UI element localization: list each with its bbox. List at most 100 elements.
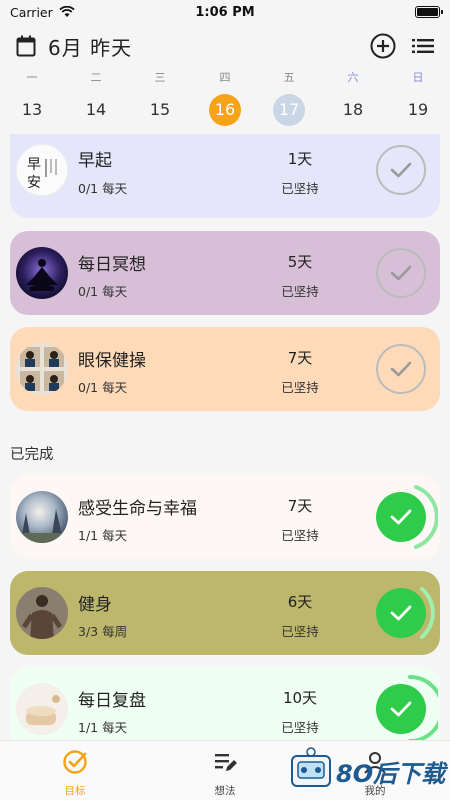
svg-text:安: 安 bbox=[27, 175, 41, 191]
habit-progress: 0/1 每天 bbox=[78, 380, 128, 395]
add-circle-icon[interactable] bbox=[370, 33, 396, 59]
habit-streak-days: 10天 bbox=[282, 689, 318, 707]
check-icon bbox=[390, 162, 412, 178]
target-check-icon bbox=[63, 750, 87, 774]
habit-card-completed[interactable]: 健身 3/3 每周 6天 已坚持 bbox=[10, 571, 440, 655]
wifi-icon bbox=[59, 6, 75, 17]
habit-avatar bbox=[16, 491, 68, 543]
habit-card[interactable]: 每日冥想 0/1 每天 5天 已坚持 bbox=[10, 231, 440, 315]
fitness-image bbox=[16, 587, 68, 639]
date-number: 14 bbox=[85, 100, 107, 119]
week-day-mon[interactable]: 一 13 bbox=[12, 70, 52, 126]
week-day-wed[interactable]: 三 15 bbox=[140, 70, 180, 126]
habit-avatar bbox=[16, 343, 68, 395]
date-number: 15 bbox=[149, 100, 171, 119]
week-day-sat[interactable]: 六 18 bbox=[333, 70, 373, 126]
date-number-today: 16 bbox=[209, 94, 241, 126]
check-icon bbox=[390, 265, 412, 281]
watermark-text: 8O后下载 bbox=[336, 760, 449, 788]
nature-image bbox=[16, 491, 68, 543]
week-day-thu[interactable]: 四 16 bbox=[205, 70, 245, 126]
weekday-label: 三 bbox=[154, 71, 166, 84]
habit-name: 感受生命与幸福 bbox=[78, 499, 197, 519]
check-in-button-done[interactable] bbox=[376, 588, 426, 638]
header: 6月 昨天 bbox=[0, 28, 450, 64]
habit-avatar bbox=[16, 587, 68, 639]
status-left: Carrier bbox=[10, 5, 75, 20]
habit-streak-label: 已坚持 bbox=[281, 624, 319, 639]
habit-progress: 1/1 每天 bbox=[78, 720, 128, 735]
calendar-icon[interactable] bbox=[16, 35, 36, 57]
date-number: 19 bbox=[407, 100, 429, 119]
habit-streak-label: 已坚持 bbox=[281, 284, 319, 299]
carrier-label: Carrier bbox=[10, 4, 53, 20]
completed-section-title: 已完成 bbox=[10, 447, 54, 463]
habit-avatar: 早 安 bbox=[16, 144, 68, 196]
habit-card-completed[interactable]: 感受生命与幸福 1/1 每天 7天 已坚持 bbox=[10, 475, 440, 559]
check-in-button-done[interactable] bbox=[376, 492, 426, 542]
date-number-selected: 17 bbox=[273, 94, 305, 126]
weekday-label: 四 bbox=[219, 71, 231, 84]
check-icon bbox=[390, 509, 412, 525]
habit-streak-days: 1天 bbox=[287, 150, 313, 168]
check-in-button[interactable] bbox=[376, 344, 426, 394]
week-day-fri[interactable]: 五 17 bbox=[269, 70, 309, 126]
meditation-image bbox=[16, 247, 68, 299]
habit-name: 每日复盘 bbox=[78, 691, 146, 711]
habit-name: 健身 bbox=[78, 595, 112, 615]
eye-exercise-image bbox=[16, 343, 68, 395]
habit-streak-label: 已坚持 bbox=[281, 720, 319, 735]
watermark-logo: 8O后下载 bbox=[291, 747, 449, 788]
tab-label: 想法 bbox=[214, 785, 236, 797]
header-actions bbox=[370, 33, 434, 59]
check-in-button[interactable] bbox=[376, 248, 426, 298]
habit-avatar bbox=[16, 683, 68, 735]
tab-goals[interactable]: 目标 bbox=[40, 749, 110, 798]
habit-card-completed[interactable]: 每日复盘 1/1 每天 10天 已坚持 bbox=[10, 667, 440, 740]
habit-list[interactable]: 早 安 早起 0/1 每天 1天 已坚持 每日冥想 0/1 每天 5天 已坚持 … bbox=[0, 130, 450, 740]
habit-name: 眼保健操 bbox=[78, 351, 146, 371]
check-icon bbox=[390, 605, 412, 621]
habit-streak-days: 6天 bbox=[287, 593, 313, 611]
check-icon bbox=[390, 361, 412, 377]
habit-streak-days: 5天 bbox=[287, 253, 313, 271]
habit-card[interactable]: 眼保健操 0/1 每天 7天 已坚持 bbox=[10, 327, 440, 411]
week-strip: 一 13 二 14 三 15 四 16 五 17 六 18 日 19 bbox=[0, 70, 450, 128]
morning-poster-image: 早 安 bbox=[17, 145, 67, 195]
week-day-sun[interactable]: 日 19 bbox=[398, 70, 438, 126]
habit-streak-label: 已坚持 bbox=[281, 528, 319, 543]
battery-icon bbox=[415, 6, 443, 18]
note-edit-icon bbox=[215, 754, 237, 771]
weekday-label: 日 bbox=[412, 71, 424, 84]
page-title[interactable]: 6月 昨天 bbox=[48, 32, 132, 61]
weekday-label: 六 bbox=[347, 71, 359, 84]
habit-streak-days: 7天 bbox=[287, 349, 313, 367]
habit-avatar bbox=[16, 247, 68, 299]
review-image bbox=[16, 683, 68, 735]
habit-name: 每日冥想 bbox=[78, 255, 146, 275]
tab-ideas[interactable]: 想法 bbox=[190, 749, 260, 798]
habit-streak-label: 已坚持 bbox=[281, 181, 319, 196]
habit-progress: 3/3 每周 bbox=[78, 624, 128, 639]
habit-progress: 0/1 每天 bbox=[78, 284, 128, 299]
svg-text:早: 早 bbox=[27, 157, 41, 173]
week-day-tue[interactable]: 二 14 bbox=[76, 70, 116, 126]
habit-card[interactable]: 早 安 早起 0/1 每天 1天 已坚持 bbox=[10, 134, 440, 218]
habit-progress: 0/1 每天 bbox=[78, 181, 128, 196]
check-icon bbox=[390, 701, 412, 717]
habit-streak-days: 7天 bbox=[287, 497, 313, 515]
habit-streak-label: 已坚持 bbox=[281, 380, 319, 395]
status-time: 1:06 PM bbox=[195, 4, 255, 20]
habit-progress: 1/1 每天 bbox=[78, 528, 128, 543]
habit-name: 早起 bbox=[78, 151, 112, 171]
check-in-button[interactable] bbox=[376, 145, 426, 195]
list-icon[interactable] bbox=[412, 38, 434, 54]
date-number: 18 bbox=[342, 100, 364, 119]
status-bar: Carrier 1:06 PM bbox=[0, 0, 450, 24]
date-number: 13 bbox=[21, 100, 43, 119]
tab-label: 目标 bbox=[64, 785, 86, 797]
weekday-label: 二 bbox=[90, 71, 102, 84]
weekday-label: 五 bbox=[283, 71, 295, 84]
check-in-button-done[interactable] bbox=[376, 684, 426, 734]
weekday-label: 一 bbox=[26, 71, 38, 84]
